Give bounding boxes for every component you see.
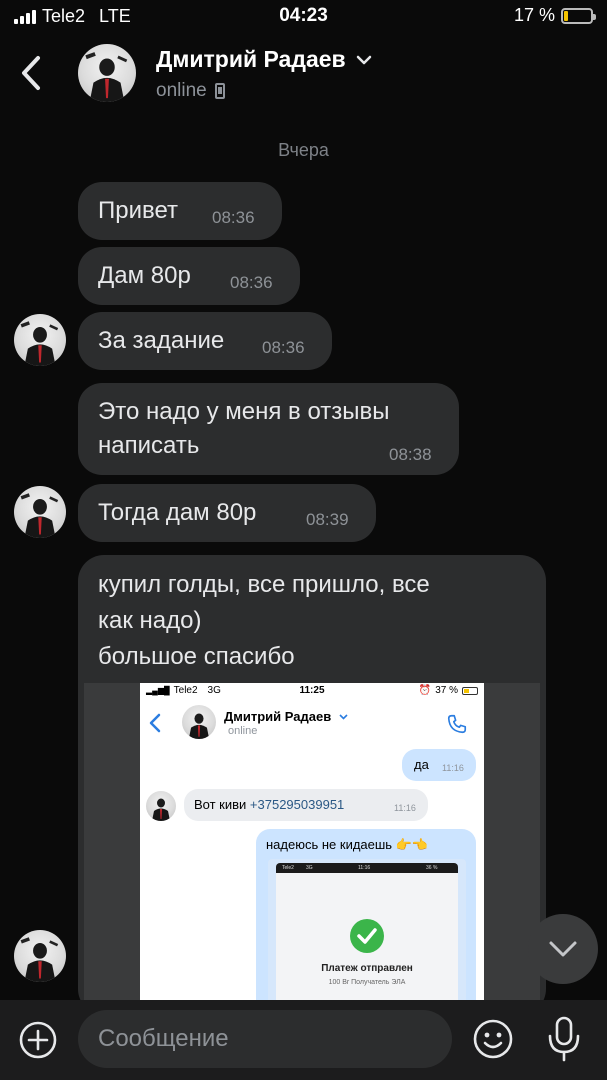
inner-network: 3G [306,865,313,871]
attached-message: да 11:16 [402,749,476,781]
attached-message-time: 11:16 [442,763,464,773]
message-bubble[interactable]: Тогда дам 80р 08:39 [78,484,376,542]
message-text: Дам 80р [98,262,191,289]
message-bubble[interactable]: Это надо у меня в отзывы написать 08:38 [78,383,459,475]
voice-message-button[interactable] [546,1016,582,1062]
message-text: Привет [98,197,179,224]
phone-link: +375295039951 [249,797,345,812]
contact-name[interactable]: Дмитрий Радаев [156,46,372,73]
inner-screenshot: Tele2 3G 11:16 36 % Платеж отправлен 100… [268,859,466,1015]
message-bubble[interactable]: Привет 08:36 [78,182,282,240]
avatar[interactable] [78,44,136,102]
inner-battery: 36 % [426,865,438,871]
message-input[interactable] [78,1010,452,1068]
back-button[interactable] [14,52,48,94]
attached-battery: 37 % [435,685,458,696]
attach-button[interactable] [18,1020,58,1060]
inner-screen: Tele2 3G 11:16 36 % Платеж отправлен 100… [276,863,458,1015]
avatar [146,791,176,821]
online-label: online [156,80,207,101]
battery-icon [561,7,596,24]
status-right: 17 % [513,5,596,26]
status-bar: Tele2 LTE 04:23 17 % [0,0,607,34]
inner-carrier: Tele2 [282,865,294,871]
attached-status: online [228,725,258,737]
smile-icon [473,1019,513,1059]
microphone-icon [548,1016,580,1062]
attached-contact-name: Дмитрий Радаев [224,709,348,724]
message-time: 08:38 [389,445,432,464]
attached-screenshot: ▂▄▆█ Tele2 3G 11:25 ⏰ 37 % Дмитрий Радае… [140,683,484,1015]
message-text-line: большое спасибо [98,643,295,670]
chat-header: Дмитрий Радаев online [0,34,607,116]
avatar[interactable] [14,930,66,982]
inner-time: 11:16 [358,865,371,871]
attached-message: Вот киви +375295039951 11:16 [184,789,428,821]
avatar[interactable] [14,314,66,366]
message-text: купил голды, все пришло, все как надо) б… [98,567,528,675]
attached-message-text: да [414,757,429,772]
date-separator: Вчера [278,140,329,160]
message-text-line: купил голды, все пришло, все [98,571,430,598]
inner-status-bar: Tele2 3G 11:16 36 % [276,863,458,873]
avatar[interactable] [14,486,66,538]
chevron-down-icon [549,941,577,957]
message-bubble[interactable]: Дам 80р 08:36 [78,247,300,305]
message-text-line: написать [98,432,200,459]
message-time: 08:36 [262,338,305,357]
chevron-left-icon [22,56,40,90]
attached-message-body: Вот киви [194,797,250,812]
phone-icon [447,714,467,734]
attached-status-right: ⏰ 37 % [419,685,478,696]
contact-status: online [156,80,225,102]
message-text: За задание [98,327,225,354]
chevron-down-icon [356,55,371,64]
message-composer [0,1000,607,1080]
attached-message-text: надеюсь не кидаешь 👉👈 [266,837,429,852]
payment-sent-title: Платеж отправлен [321,963,413,974]
attached-message-text: Вот киви +375295039951 [194,797,344,812]
message-text-line: как надо) [98,607,202,634]
scroll-down-button[interactable] [528,914,598,984]
emoji-button[interactable] [472,1018,514,1060]
message-bubble[interactable]: За задание 08:36 [78,312,332,370]
photo-attachment[interactable]: ▂▄▆█ Tele2 3G 11:25 ⏰ 37 % Дмитрий Радае… [84,683,540,1015]
plus-circle-icon [19,1021,57,1059]
message-bubble-with-photo[interactable]: купил голды, все пришло, все как надо) б… [78,555,546,1015]
message-time: 08:39 [306,510,349,529]
contact-name-text: Дмитрий Радаев [156,46,346,72]
battery-percent: 17 % [513,5,555,25]
message-text-line: Это надо у меня в отзывы [98,398,390,425]
check-icon [350,919,384,953]
avatar [182,705,216,739]
mobile-icon [214,83,225,99]
attached-message-time: 11:16 [394,803,416,813]
attached-contact-name-text: Дмитрий Радаев [224,709,332,724]
attached-status-bar: ▂▄▆█ Tele2 3G 11:25 ⏰ 37 % [140,683,484,699]
payment-sent-subtitle: 100 Br Получатель ЭЛА [328,979,406,986]
chevron-down-icon [339,713,348,720]
chevron-left-icon [149,713,161,733]
message-text: Тогда дам 80р [98,499,257,526]
message-time: 08:36 [230,273,273,292]
message-time: 08:36 [212,208,255,227]
alarm-icon: ⏰ [418,685,432,696]
battery-icon [462,686,478,695]
